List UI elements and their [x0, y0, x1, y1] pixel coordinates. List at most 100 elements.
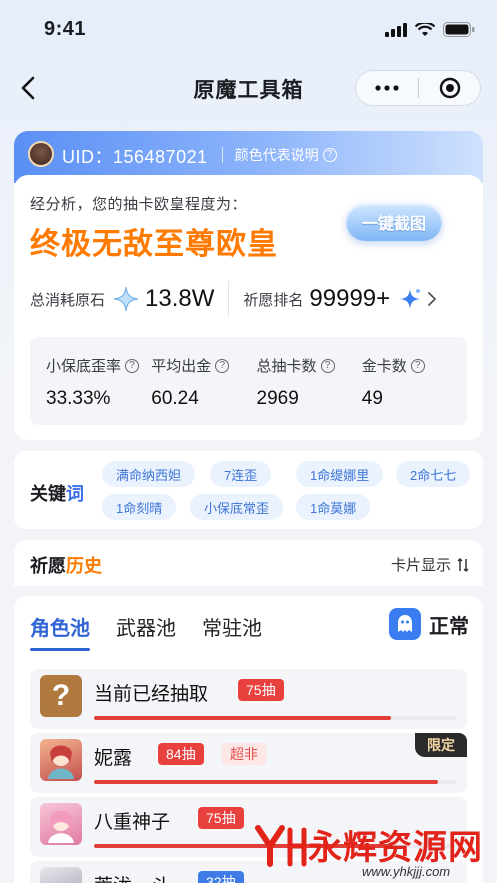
- character-avatar: [40, 739, 82, 781]
- tab-weapon-pool[interactable]: 武器池: [116, 612, 176, 649]
- card-display-label: 卡片显示: [390, 557, 451, 574]
- wish-history-header: 祈愿历史 卡片显示: [14, 540, 483, 586]
- pull-count-badge: 84抽: [158, 743, 204, 765]
- question-icon[interactable]: ?: [215, 358, 230, 373]
- avatar: [28, 141, 54, 167]
- status-time: 9:41: [44, 18, 87, 40]
- color-explain-label: 颜色代表说明: [234, 147, 319, 163]
- wifi-icon: [415, 22, 435, 36]
- limited-badge: 限定: [415, 733, 467, 757]
- screenshot-button[interactable]: 一键截图: [346, 203, 442, 241]
- result-area: 经分析，您的抽卡欧皇程度为： 终极无敌至尊欧皇 一键截图 总消耗原石 13.8W…: [14, 175, 483, 440]
- keyword-chip[interactable]: 2命七七: [396, 461, 471, 487]
- card-display-toggle[interactable]: 卡片显示: [391, 554, 469, 575]
- pull-item-nilou[interactable]: 妮露 84抽 超非 限定: [30, 733, 467, 793]
- tab-standard-pool[interactable]: 常驻池: [202, 612, 262, 649]
- mode-selector[interactable]: 正常: [389, 608, 469, 640]
- stats-divider: [228, 281, 230, 317]
- pull-progress-fill: [94, 844, 391, 848]
- summary-card: UID：156487021 颜色代表说明 ? 经分析，您的抽卡欧皇程度为： 终极…: [14, 131, 483, 440]
- question-icon: ?: [322, 148, 337, 162]
- pull-item-name: 当前已经抽取: [94, 684, 209, 705]
- color-explain-link[interactable]: 颜色代表说明 ?: [235, 145, 337, 165]
- close-miniapp-button[interactable]: [419, 71, 480, 105]
- kpi-label: 小保底歪率: [46, 358, 122, 375]
- keywords-card: 关键词 满命纳西妲 7连歪 1命缇娜里 2命七七 1命刻晴 小保底常歪 1命莫娜: [14, 451, 483, 529]
- question-icon[interactable]: ?: [125, 358, 140, 373]
- more-icon: [375, 85, 399, 91]
- pull-progress-fill: [94, 716, 391, 720]
- pull-item-name: 荒泷一斗: [94, 871, 170, 883]
- keyword-chip[interactable]: 7连歪: [210, 461, 272, 487]
- keywords-title: 关键词: [30, 480, 84, 506]
- total-primogems: 总消耗原石 13.8W: [30, 285, 214, 313]
- kpi-total-pulls: 总抽卡数? 2969: [257, 355, 362, 425]
- kpi-value: 33.33%: [46, 388, 111, 409]
- mode-label: 正常: [429, 615, 469, 638]
- keyword-chip[interactable]: 小保底常歪: [190, 494, 284, 520]
- pool-tabs: 角色池 武器池 常驻池: [30, 612, 262, 651]
- keyword-chip[interactable]: 1命缇娜里: [296, 461, 384, 487]
- pull-progress-fill: [94, 780, 438, 784]
- analysis-hint: 经分析，您的抽卡欧皇程度为：: [30, 196, 248, 213]
- sort-icon: [457, 557, 469, 572]
- status-icons: [385, 22, 475, 37]
- kpi-value: 2969: [256, 388, 299, 409]
- pull-count-badge: 75抽: [198, 807, 244, 829]
- stats-row: 总消耗原石 13.8W 祈愿排名 99999+: [30, 279, 470, 319]
- pull-item-name: 妮露: [94, 748, 133, 769]
- kpi-label: 平均出金: [151, 358, 212, 375]
- uid-label: UID：156487021: [62, 147, 208, 167]
- wish-rank-value: 99999+: [309, 285, 391, 312]
- kpi-gold-count: 金卡数? 49: [362, 355, 467, 425]
- more-button[interactable]: [356, 71, 418, 105]
- pull-count-badge: 32抽: [198, 871, 244, 883]
- primogem-icon: [113, 286, 139, 312]
- kpi-label: 总抽卡数: [256, 358, 317, 375]
- total-primogems-value: 13.8W: [145, 285, 215, 312]
- total-primogems-label: 总消耗原石: [30, 291, 106, 309]
- kpi-value: 49: [361, 388, 383, 409]
- signal-icon: [385, 22, 407, 37]
- question-icon[interactable]: ?: [320, 358, 335, 373]
- character-avatar: [40, 867, 82, 883]
- kpi-avg-gold: 平均出金? 60.24: [151, 355, 256, 425]
- question-icon[interactable]: ?: [410, 358, 425, 373]
- keyword-chip[interactable]: 满命纳西妲: [102, 461, 196, 487]
- pull-progress-track: [94, 780, 456, 784]
- uid-divider: [221, 147, 223, 163]
- luck-tag-badge: 超非: [222, 743, 266, 765]
- miniapp-capsule: [355, 70, 481, 106]
- target-icon: [439, 77, 460, 99]
- kpi-label: 金卡数: [361, 358, 407, 375]
- pull-progress-track: [94, 716, 456, 720]
- character-avatar: [40, 803, 82, 845]
- pull-item-itto[interactable]: 荒泷一斗 32抽: [30, 861, 467, 883]
- wish-rank-label: 祈愿排名: [243, 291, 304, 309]
- unknown-character-icon: ?: [40, 675, 82, 717]
- pool-card: 角色池 武器池 常驻池 正常 ? 当前已经抽取 75抽 妮露 84抽 超非 限定: [14, 596, 483, 883]
- wish-history-title: 祈愿历史: [30, 552, 102, 578]
- battery-icon: [443, 22, 475, 37]
- pull-count-badge: 75抽: [238, 679, 284, 701]
- pull-item-current[interactable]: ? 当前已经抽取 75抽: [30, 669, 467, 729]
- nav-bar: 原魔工具箱: [0, 62, 497, 114]
- status-bar: 9:41: [0, 0, 497, 60]
- keywords-title-a: 关键: [30, 484, 66, 504]
- wish-history-title-b: 历史: [66, 556, 102, 576]
- luck-rank-title: 终极无敌至尊欧皇: [30, 228, 278, 261]
- pull-progress-track: [94, 844, 456, 848]
- pull-item-yae-miko[interactable]: 八重神子 75抽: [30, 797, 467, 857]
- keyword-chip[interactable]: 1命莫娜: [296, 494, 371, 520]
- wish-rank[interactable]: 祈愿排名 99999+: [243, 285, 437, 313]
- kpi-panel: 小保底歪率? 33.33% 平均出金? 60.24 总抽卡数? 2969 金卡数…: [30, 337, 467, 425]
- chevron-right-icon: [428, 292, 437, 306]
- tab-character-pool[interactable]: 角色池: [30, 612, 90, 651]
- ghost-icon: [389, 608, 421, 640]
- keywords-title-b: 词: [66, 484, 84, 504]
- keyword-chip[interactable]: 1命刻晴: [102, 494, 177, 520]
- kpi-small-pity-rate: 小保底歪率? 33.33%: [46, 355, 151, 425]
- pull-item-name: 八重神子: [94, 812, 171, 833]
- kpi-value: 60.24: [151, 388, 199, 409]
- sparkle-icon: [400, 289, 421, 309]
